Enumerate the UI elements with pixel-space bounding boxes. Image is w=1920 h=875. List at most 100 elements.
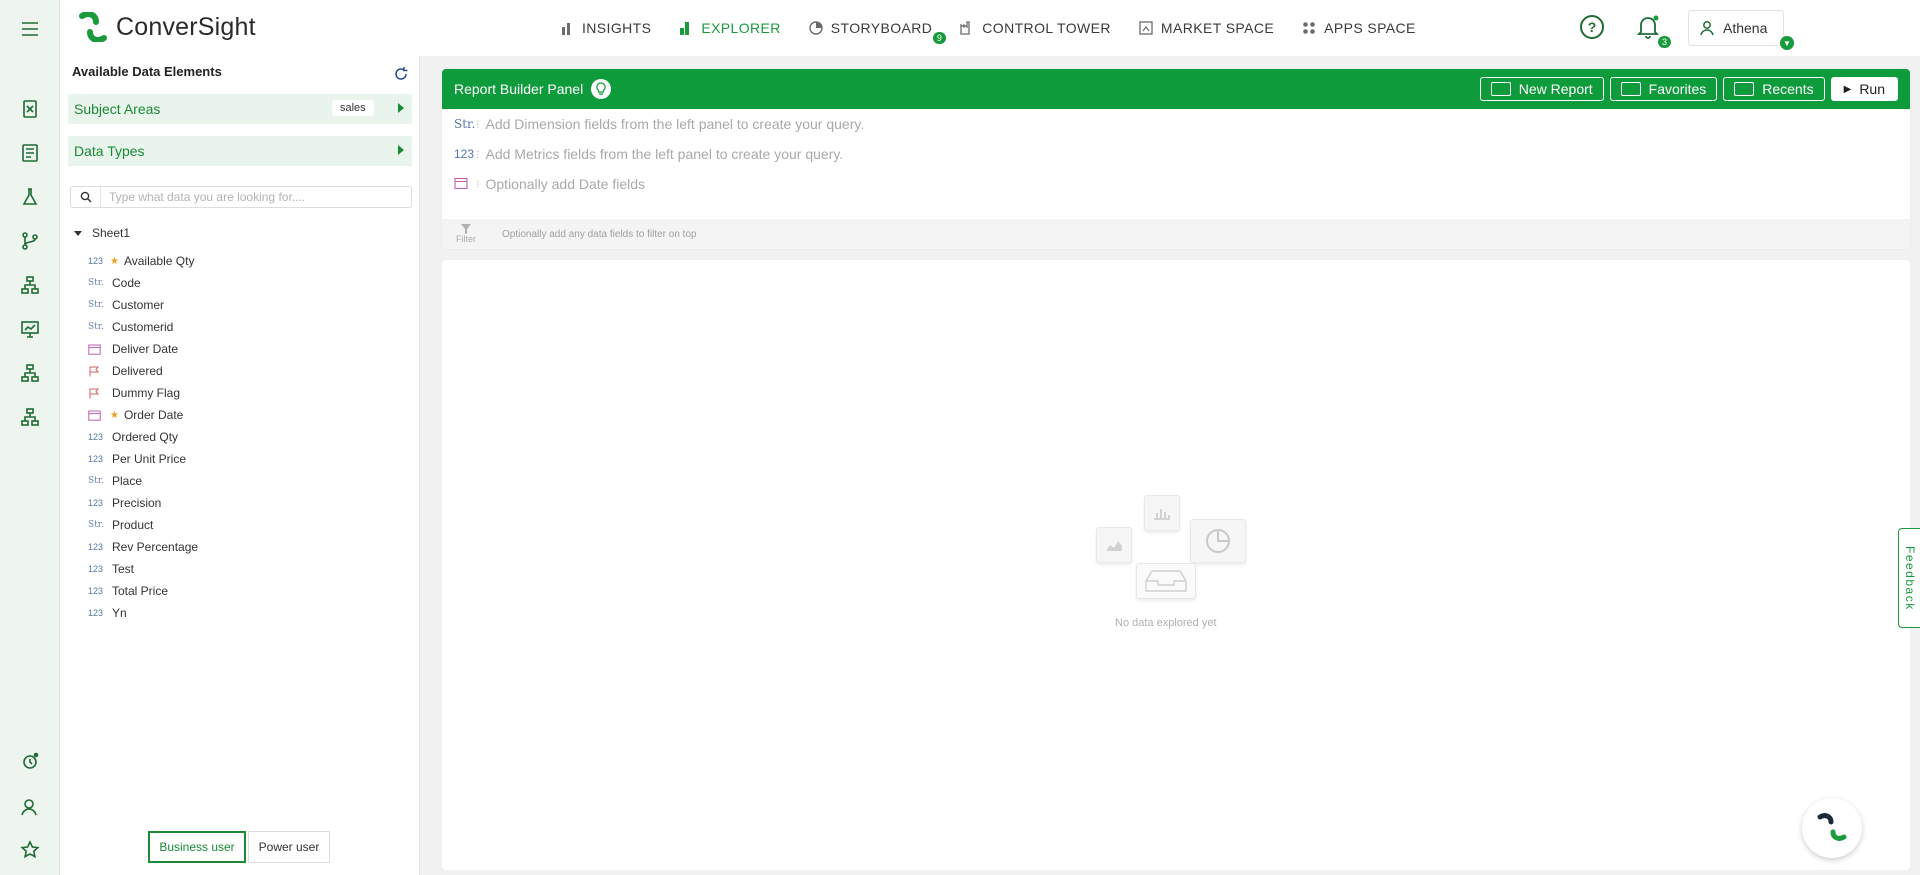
field-label: Delivered bbox=[112, 364, 163, 378]
star-icon: ★ bbox=[110, 409, 119, 421]
tree-root-sheet1[interactable]: Sheet1 bbox=[74, 226, 130, 240]
business-user-toggle[interactable]: Business user bbox=[148, 831, 246, 863]
brand-logo[interactable]: ConverSight bbox=[76, 12, 256, 42]
field-item[interactable]: Delivered bbox=[88, 360, 198, 382]
drag-handle-icon: ⁝ bbox=[476, 148, 480, 161]
nav-apps-space[interactable]: APPS SPACE bbox=[1302, 20, 1416, 36]
menu-icon[interactable] bbox=[18, 17, 42, 41]
collapse-caret-icon bbox=[74, 230, 82, 236]
field-item[interactable]: Str. Customer bbox=[88, 294, 198, 316]
data-types-accordion[interactable]: Data Types bbox=[68, 136, 412, 166]
tree-root-label: Sheet1 bbox=[92, 226, 131, 240]
nav-explorer-label: EXPLORER bbox=[701, 20, 781, 36]
string-type-tag: Str. bbox=[88, 476, 104, 486]
recents-button[interactable]: Recents bbox=[1723, 77, 1825, 101]
field-label: Order Date bbox=[123, 408, 184, 422]
notification-bell-icon[interactable] bbox=[1636, 14, 1660, 40]
flask-icon[interactable] bbox=[18, 185, 42, 209]
subject-areas-accordion[interactable]: Subject Areas sales bbox=[68, 94, 412, 124]
bar-chart-icon bbox=[562, 23, 570, 35]
help-icon[interactable]: ? bbox=[1580, 15, 1604, 39]
nav-apps-space-label: APPS SPACE bbox=[1324, 20, 1416, 36]
nav-market-space[interactable]: MARKET SPACE bbox=[1139, 20, 1274, 36]
report-builder-title: Report Builder Panel bbox=[454, 81, 584, 97]
star-icon[interactable] bbox=[18, 838, 42, 862]
panel-title: Available Data Elements bbox=[72, 64, 222, 79]
expand-arrow-icon bbox=[398, 145, 404, 155]
power-user-toggle[interactable]: Power user bbox=[248, 831, 330, 863]
dimension-drop-zone[interactable]: Str. ⁝ Add Dimension fields from the lef… bbox=[442, 109, 1910, 139]
numeric-type-tag: 123 bbox=[88, 432, 104, 442]
lightbulb-icon[interactable] bbox=[591, 79, 612, 99]
field-item[interactable]: 123 ★ Available Qty bbox=[88, 250, 198, 272]
hierarchy-icon[interactable] bbox=[18, 273, 42, 297]
market-icon bbox=[1139, 21, 1153, 35]
nav-explorer[interactable]: EXPLORER bbox=[679, 20, 780, 36]
field-item[interactable]: Str. Place bbox=[88, 470, 198, 492]
conversight-logo-icon bbox=[79, 12, 107, 42]
data-elements-panel: Available Data Elements Subject Areas sa… bbox=[60, 56, 420, 875]
main-nav: INSIGHTS EXPLORER STORYBOARD 9 CONTROL T… bbox=[560, 0, 1444, 56]
nav-insights[interactable]: INSIGHTS bbox=[560, 20, 651, 36]
recents-icon bbox=[1734, 82, 1755, 96]
filter-hint: Optionally add any data fields to filter… bbox=[502, 228, 697, 240]
branch-icon[interactable] bbox=[18, 229, 42, 253]
field-item[interactable]: Deliver Date bbox=[88, 338, 198, 360]
favorites-button[interactable]: Favorites bbox=[1609, 77, 1718, 101]
feedback-tab[interactable]: Feedback bbox=[1898, 528, 1920, 628]
recents-label: Recents bbox=[1762, 81, 1814, 97]
numeric-type-tag: 123 bbox=[88, 542, 104, 552]
empty-tray-icon bbox=[1136, 563, 1196, 599]
field-item[interactable]: Str. Code bbox=[88, 272, 198, 294]
user-caret-icon[interactable]: ▼ bbox=[1780, 36, 1794, 50]
field-item[interactable]: Str. Product bbox=[88, 514, 198, 536]
data-types-label: Data Types bbox=[74, 143, 145, 159]
field-item[interactable]: 123 Total Price bbox=[88, 580, 198, 602]
user-menu-button[interactable]: Athena bbox=[1688, 10, 1784, 46]
search-input[interactable] bbox=[101, 190, 401, 204]
field-label: Yn bbox=[112, 606, 127, 620]
field-item[interactable]: ★ Order Date bbox=[88, 404, 198, 426]
nav-storyboard[interactable]: STORYBOARD 9 bbox=[809, 20, 947, 44]
run-button[interactable]: ▶ Run bbox=[1830, 77, 1898, 101]
bar-chart-placeholder-icon bbox=[1144, 495, 1180, 531]
field-item[interactable]: 123 Rev Percentage bbox=[88, 536, 198, 558]
alarm-icon[interactable] bbox=[18, 749, 42, 773]
field-item[interactable]: 123 Ordered Qty bbox=[88, 426, 198, 448]
field-item[interactable]: Dummy Flag bbox=[88, 382, 198, 404]
refresh-icon[interactable] bbox=[393, 66, 409, 82]
metric-drop-zone[interactable]: 123 ⁝ Add Metrics fields from the left p… bbox=[442, 139, 1910, 169]
subject-area-chip[interactable]: sales bbox=[332, 100, 374, 116]
field-item[interactable]: 123 Test bbox=[88, 558, 198, 580]
field-label: Ordered Qty bbox=[112, 430, 179, 444]
field-item[interactable]: 123 Per Unit Price bbox=[88, 448, 198, 470]
field-label: Precision bbox=[112, 496, 162, 510]
report-builder-header: Report Builder Panel New Report Favorite… bbox=[442, 69, 1910, 109]
left-rail bbox=[0, 0, 60, 875]
pie-chart-placeholder-icon bbox=[1190, 519, 1246, 563]
date-hint: Optionally add Date fields bbox=[485, 176, 646, 192]
brand-name: ConverSight bbox=[116, 12, 256, 41]
filter-drop-zone[interactable]: Filter Optionally add any data fields to… bbox=[442, 219, 1910, 249]
field-item[interactable]: Str. Customerid bbox=[88, 316, 198, 338]
user-management-icon[interactable] bbox=[18, 795, 42, 819]
star-icon: ★ bbox=[110, 255, 119, 267]
numeric-type-tag: 123 bbox=[88, 564, 104, 574]
structure-icon[interactable] bbox=[18, 405, 42, 429]
date-drop-zone[interactable]: ⁝ Optionally add Date fields bbox=[442, 169, 1910, 199]
org-chart-icon[interactable] bbox=[18, 361, 42, 385]
new-report-button[interactable]: New Report bbox=[1479, 77, 1604, 101]
report-file-icon[interactable] bbox=[18, 97, 42, 121]
field-label: Rev Percentage bbox=[112, 540, 199, 554]
nav-control-tower[interactable]: CONTROL TOWER bbox=[960, 20, 1111, 36]
chat-assistant-button[interactable] bbox=[1802, 798, 1862, 858]
field-item[interactable]: 123 Precision bbox=[88, 492, 198, 514]
field-item[interactable]: 123 Yn bbox=[88, 602, 198, 624]
subject-areas-label: Subject Areas bbox=[74, 101, 161, 117]
dimension-hint: Add Dimension fields from the left panel… bbox=[485, 116, 865, 132]
document-list-icon[interactable] bbox=[18, 141, 42, 165]
filter-tag: Filter bbox=[456, 224, 476, 244]
dimension-type-tag: Str. bbox=[454, 117, 476, 131]
metric-hint: Add Metrics fields from the left panel t… bbox=[485, 146, 844, 162]
presentation-chart-icon[interactable] bbox=[18, 317, 42, 341]
